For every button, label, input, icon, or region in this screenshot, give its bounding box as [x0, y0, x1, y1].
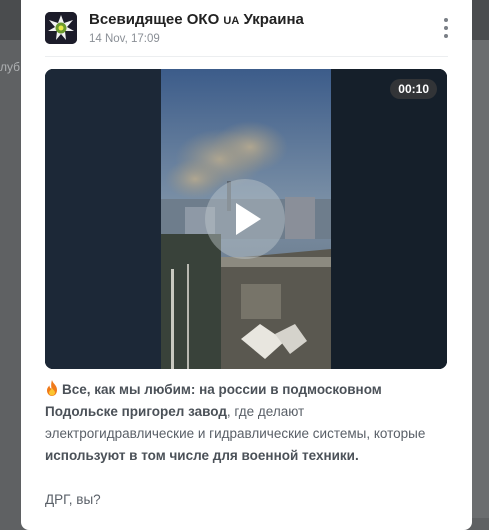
channel-name-suffix: Украина [239, 11, 304, 28]
post-question: ДРГ, вы? [45, 492, 101, 507]
eye-emblem-icon [45, 12, 77, 44]
post-paragraph-main: Все, как мы любим: на россии в подмосков… [45, 379, 450, 467]
background-text: луб [0, 60, 21, 74]
post-date: 14 Nov, 17:09 [89, 33, 160, 45]
play-button[interactable] [205, 179, 285, 259]
play-icon [236, 203, 261, 235]
more-dot [444, 26, 448, 30]
ua-flag-text: UA [223, 15, 240, 27]
channel-name-prefix: Всевидящее ОКО [89, 11, 224, 28]
background-right-panel [471, 40, 489, 518]
more-options-button[interactable] [438, 14, 454, 42]
post-header: Всевидящее ОКО UA Украина 14 Nov, 17:09 [45, 10, 455, 50]
channel-avatar[interactable] [45, 12, 77, 44]
post-lead-bold: Все, как мы любим: на россии в подмосков… [45, 382, 382, 419]
post-card: Всевидящее ОКО UA Украина 14 Nov, 17:09 [21, 0, 472, 530]
video-duration-badge: 00:10 [390, 79, 437, 99]
header-divider [45, 56, 448, 57]
channel-name[interactable]: Всевидящее ОКО UA Украина [89, 11, 304, 28]
video-player[interactable]: 00:10 [45, 69, 447, 369]
more-vertical-icon [444, 18, 448, 22]
post-text: Все, как мы любим: на россии в подмосков… [45, 379, 450, 511]
more-dot [444, 34, 448, 38]
fire-icon [47, 380, 57, 396]
post-text-bold-end: используют в том числе для военной техни… [45, 448, 359, 463]
